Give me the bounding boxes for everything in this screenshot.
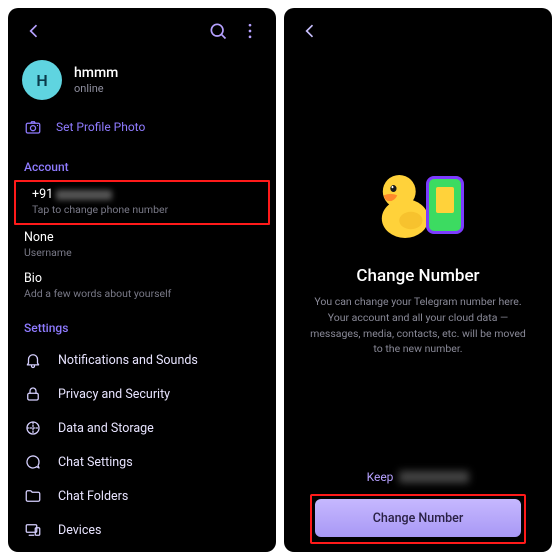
settings-row-privacy[interactable]: Privacy and Security bbox=[8, 377, 276, 411]
keep-number-link[interactable]: Keep bbox=[367, 470, 470, 494]
phone-number-redacted bbox=[56, 190, 112, 200]
search-icon bbox=[208, 21, 228, 41]
profile-name: hmmm bbox=[74, 65, 118, 81]
camera-icon bbox=[24, 118, 42, 136]
settings-row-chat-folders[interactable]: Chat Folders bbox=[8, 479, 276, 513]
settings-row-label: Data and Storage bbox=[58, 421, 154, 436]
chat-icon bbox=[24, 453, 42, 471]
settings-row-data[interactable]: Data and Storage bbox=[8, 411, 276, 445]
change-number-screen: Change Number You can change your Telegr… bbox=[284, 8, 552, 552]
username-row[interactable]: None Username bbox=[8, 225, 276, 266]
phone-number-row[interactable]: +91 Tap to change phone number bbox=[16, 182, 268, 223]
set-profile-photo-label: Set Profile Photo bbox=[56, 120, 145, 134]
top-bar bbox=[8, 8, 276, 54]
arrow-left-icon bbox=[24, 21, 44, 41]
overflow-menu-button[interactable] bbox=[234, 15, 266, 47]
set-profile-photo[interactable]: Set Profile Photo bbox=[8, 108, 276, 146]
change-number-illustration bbox=[372, 164, 464, 248]
settings-row-label: Privacy and Security bbox=[58, 387, 170, 402]
profile-header[interactable]: H hmmm online bbox=[8, 54, 276, 108]
more-vertical-icon bbox=[240, 21, 260, 41]
username-hint: Username bbox=[24, 246, 260, 259]
bio-value: Bio bbox=[24, 271, 260, 286]
bell-icon bbox=[24, 351, 42, 369]
phone-number-hint: Tap to change phone number bbox=[32, 203, 252, 216]
folder-icon bbox=[24, 487, 42, 505]
avatar: H bbox=[22, 60, 62, 100]
bio-hint: Add a few words about yourself bbox=[24, 287, 260, 300]
data-icon bbox=[24, 419, 42, 437]
settings-row-label: Devices bbox=[58, 523, 101, 538]
back-button[interactable] bbox=[18, 15, 50, 47]
settings-row-language[interactable]: Language bbox=[8, 547, 276, 552]
settings-row-label: Chat Folders bbox=[58, 489, 128, 504]
settings-row-devices[interactable]: Devices bbox=[8, 513, 276, 547]
phone-number-value: +91 bbox=[32, 187, 252, 202]
sim-phone-icon bbox=[426, 176, 464, 234]
keep-label: Keep bbox=[367, 470, 394, 484]
bio-row[interactable]: Bio Add a few words about yourself bbox=[8, 266, 276, 307]
profile-status: online bbox=[74, 82, 118, 95]
keep-number-redacted bbox=[399, 471, 469, 483]
highlight-phone-row: +91 Tap to change phone number bbox=[14, 180, 270, 225]
change-number-button[interactable]: Change Number bbox=[315, 499, 521, 537]
settings-row-notifications[interactable]: Notifications and Sounds bbox=[8, 343, 276, 377]
change-number-description: You can change your Telegram number here… bbox=[308, 294, 528, 357]
username-value: None bbox=[24, 230, 260, 245]
devices-icon bbox=[24, 521, 42, 539]
top-bar bbox=[284, 8, 552, 54]
settings-section-header: Settings bbox=[8, 307, 276, 341]
settings-screen: H hmmm online Set Profile Photo Account … bbox=[8, 8, 276, 552]
settings-list: Notifications and Sounds Privacy and Sec… bbox=[8, 341, 276, 552]
settings-row-chat-settings[interactable]: Chat Settings bbox=[8, 445, 276, 479]
account-section-header: Account bbox=[8, 146, 276, 180]
change-number-title: Change Number bbox=[356, 266, 479, 286]
settings-row-label: Notifications and Sounds bbox=[58, 353, 198, 368]
lock-icon bbox=[24, 385, 42, 403]
highlight-cta: Change Number bbox=[310, 494, 526, 544]
settings-row-label: Chat Settings bbox=[58, 455, 133, 470]
search-button[interactable] bbox=[202, 15, 234, 47]
arrow-left-icon bbox=[300, 21, 320, 41]
back-button[interactable] bbox=[294, 15, 326, 47]
